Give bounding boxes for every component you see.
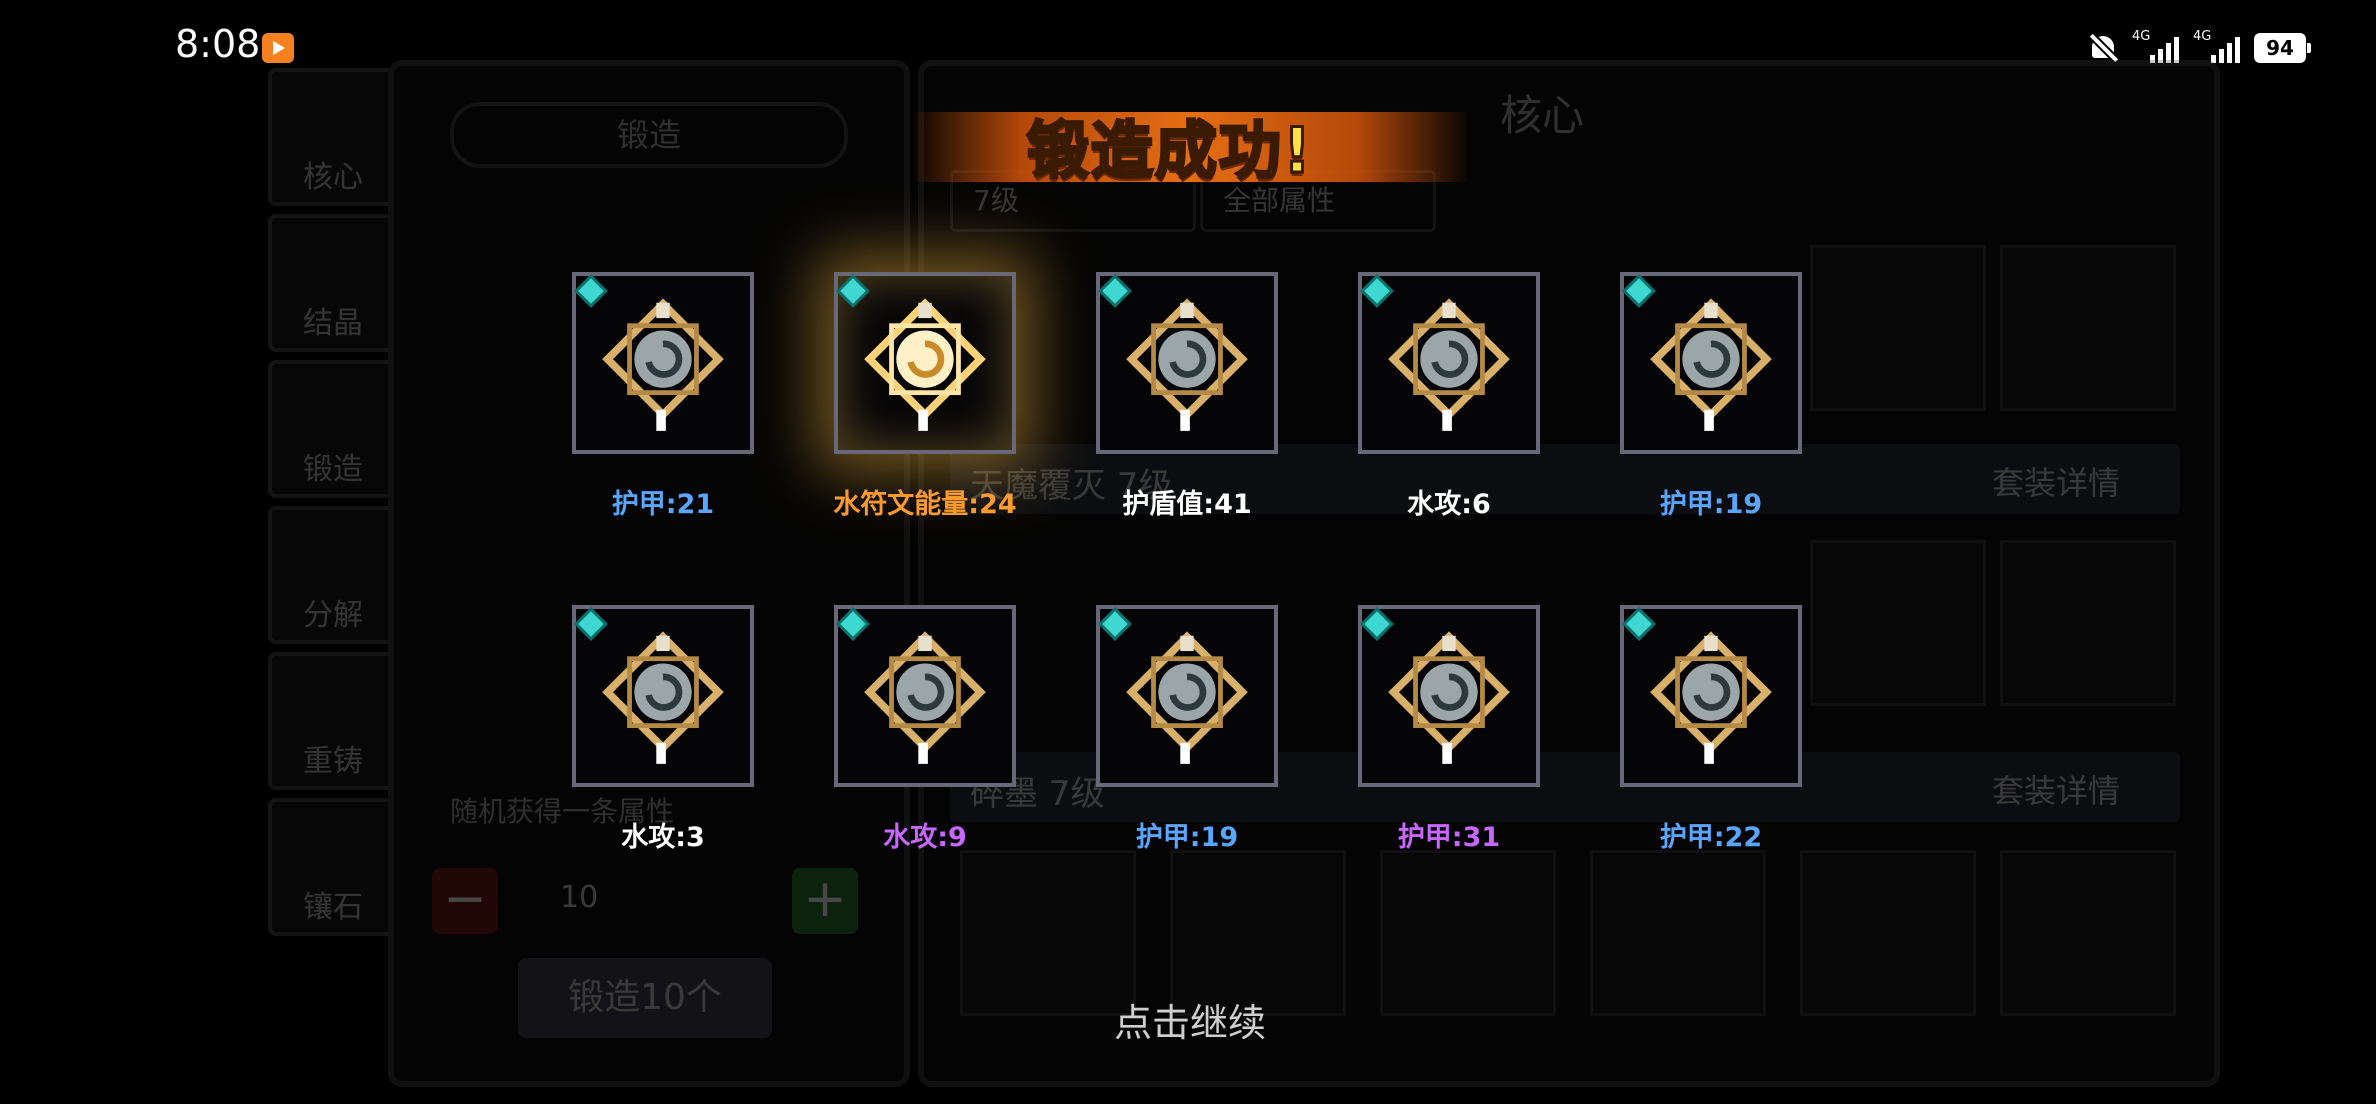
inventory-slot[interactable] bbox=[1800, 850, 1976, 1016]
core-panel-title: 核心 bbox=[1500, 91, 1585, 140]
increase-quantity-button[interactable]: + bbox=[792, 868, 858, 934]
forge-success-title: 锻造成功! bbox=[1025, 113, 1314, 189]
water-rune-icon bbox=[864, 298, 986, 431]
quantity-value: 10 bbox=[560, 880, 599, 915]
tab-forge[interactable]: 锻造 bbox=[268, 360, 398, 498]
result-item-label: 护盾值:41 bbox=[1122, 489, 1252, 520]
result-item-label: 护甲:21 bbox=[611, 489, 715, 520]
set-detail-button[interactable]: 套装详情 bbox=[1992, 458, 2120, 504]
water-rune-icon bbox=[602, 298, 724, 431]
water-rune-icon bbox=[1126, 631, 1248, 764]
result-item-slot[interactable] bbox=[834, 605, 1016, 787]
result-item-slot[interactable] bbox=[1358, 605, 1540, 787]
inventory-slot[interactable] bbox=[2000, 850, 2176, 1016]
inventory-slot[interactable] bbox=[1810, 540, 1986, 706]
result-item-label: 水攻:3 bbox=[621, 822, 705, 853]
forge-button[interactable]: 锻造10个 bbox=[518, 958, 772, 1038]
water-rune-icon bbox=[1650, 631, 1772, 764]
tab-recast[interactable]: 重铸 bbox=[268, 652, 398, 790]
tab-crystal[interactable]: 结晶 bbox=[268, 214, 398, 352]
set-detail-button[interactable]: 套装详情 bbox=[1992, 766, 2120, 812]
result-item-label: 水攻:6 bbox=[1407, 489, 1491, 520]
water-rune-icon bbox=[1388, 298, 1510, 431]
tap-to-continue[interactable]: 点击继续 bbox=[1090, 992, 1290, 1047]
tab-core[interactable]: 核心 bbox=[268, 68, 398, 206]
result-item-slot[interactable] bbox=[1096, 605, 1278, 787]
result-item-slot[interactable] bbox=[572, 272, 754, 454]
result-item-slot[interactable] bbox=[572, 605, 754, 787]
result-item-slot[interactable] bbox=[1620, 605, 1802, 787]
result-item-slot[interactable] bbox=[1620, 272, 1802, 454]
water-rune-icon bbox=[602, 631, 724, 764]
inventory-slot[interactable] bbox=[2000, 540, 2176, 706]
water-rune-icon bbox=[864, 631, 986, 764]
result-item-label: 水符文能量:24 bbox=[833, 489, 1017, 520]
result-item-label: 护甲:31 bbox=[1397, 822, 1501, 853]
water-rune-icon bbox=[1650, 298, 1772, 431]
water-rune-icon bbox=[1388, 631, 1510, 764]
inventory-slot[interactable] bbox=[1590, 850, 1766, 1016]
decrease-quantity-button[interactable]: − bbox=[432, 868, 498, 934]
result-item-label: 护甲:22 bbox=[1659, 822, 1763, 853]
tab-inlay[interactable]: 镶石 bbox=[268, 798, 398, 936]
inventory-slot[interactable] bbox=[1380, 850, 1556, 1016]
result-item-slot[interactable] bbox=[1096, 272, 1278, 454]
tab-decompose[interactable]: 分解 bbox=[268, 506, 398, 644]
result-item-slot[interactable] bbox=[834, 272, 1016, 454]
result-item-slot[interactable] bbox=[1358, 272, 1540, 454]
inventory-slot[interactable] bbox=[1810, 245, 1986, 411]
water-rune-icon bbox=[1126, 298, 1248, 431]
forge-panel-title: 锻造 bbox=[450, 102, 848, 168]
result-item-label: 护甲:19 bbox=[1135, 822, 1239, 853]
result-item-label: 护甲:19 bbox=[1659, 489, 1763, 520]
result-item-label: 水攻:9 bbox=[883, 822, 967, 853]
inventory-slot[interactable] bbox=[2000, 245, 2176, 411]
